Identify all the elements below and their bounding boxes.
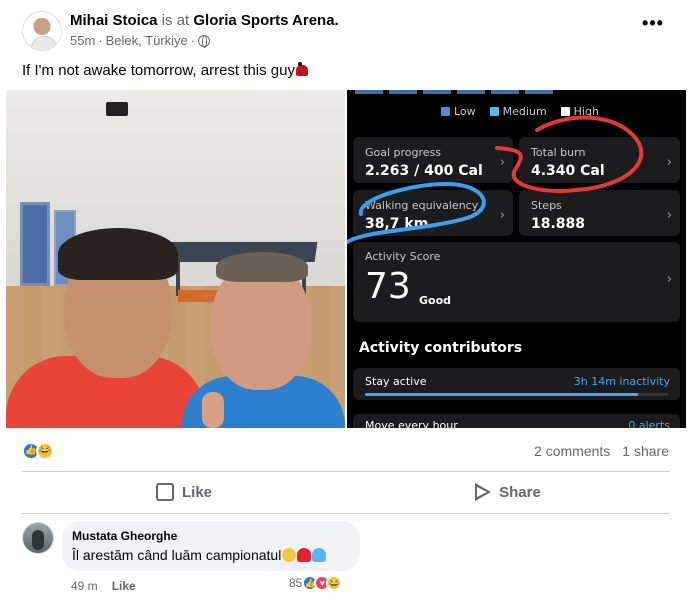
blue-heart-icon	[312, 548, 327, 562]
chevron-right-icon: ›	[499, 155, 505, 170]
comment-bubble: Mustata Gheorghe Îl arestăm când luăm ca…	[62, 521, 360, 571]
meta-separator: ·	[98, 33, 103, 48]
post-reactions[interactable]: 👍 😂	[22, 440, 54, 462]
more-options-button[interactable]: •••	[640, 14, 666, 36]
meta-separator-2: ·	[190, 33, 196, 48]
post-location: Belek, Türkiye	[105, 33, 188, 48]
haha-reaction-icon: 😂	[326, 575, 343, 591]
activity-score-label: Activity Score	[365, 250, 441, 263]
chevron-right-icon: ›	[666, 155, 672, 170]
photo-thumbs-up	[202, 392, 224, 428]
activity-score-card[interactable]: Activity Score 73 Good ›	[353, 242, 680, 322]
post-meta: 55m · Belek, Türkiye ·	[70, 33, 211, 48]
legend-high-label: High	[573, 105, 599, 118]
legend-low-label: Low	[454, 105, 476, 118]
red-heart-icon	[297, 548, 312, 562]
legend-high: High	[560, 105, 599, 118]
move-every-hour-value: 0 alerts	[628, 419, 670, 428]
total-burn-value: 4.340 Cal	[531, 163, 605, 179]
divider-bottom	[22, 513, 670, 514]
legend-medium-label: Medium	[502, 105, 547, 118]
move-every-hour-row[interactable]: Move every hour 0 alerts	[353, 414, 680, 428]
is-at-text: is at	[161, 12, 190, 29]
photo-person-1-hair	[58, 228, 178, 280]
activity-score-value: 73	[365, 266, 411, 307]
legend-medium: Medium	[489, 105, 547, 118]
stay-active-value: 3h 14m inactivity	[573, 375, 670, 388]
fez-cap-icon	[295, 62, 308, 76]
steps-card[interactable]: Steps 18.888 ›	[519, 190, 680, 236]
comment-reaction-count: 85	[289, 576, 303, 590]
comment-text-content: Îl arestăm când luăm campionatul	[72, 547, 282, 563]
photo-door	[20, 202, 50, 286]
goal-progress-value: 2.263 / 400 Cal	[365, 163, 483, 179]
author-name-link[interactable]: Mihai Stoica	[70, 12, 158, 29]
move-every-hour-label: Move every hour	[365, 419, 458, 428]
walking-equivalency-value: 38,7 km	[365, 216, 429, 232]
comments-count-link[interactable]: 2 comments	[534, 443, 610, 459]
legend-medium-swatch	[489, 107, 499, 116]
share-button[interactable]: Share	[346, 474, 670, 510]
post-actions: Like Share	[22, 474, 670, 510]
laughing-emoji-icon	[282, 548, 297, 562]
haha-reaction-icon: 😂	[36, 442, 54, 460]
comment-time[interactable]: 49 m	[71, 579, 98, 593]
legend-low-swatch	[441, 107, 450, 116]
comment-reactions[interactable]: 85 👍 ♥ 😂	[289, 575, 343, 591]
activity-score-rating: Good	[419, 294, 452, 307]
chart-top-bars	[355, 90, 675, 94]
comment-like-button[interactable]: Like	[112, 579, 136, 593]
intensity-legend: Low Medium High	[441, 105, 599, 118]
divider-top	[22, 471, 670, 472]
steps-value: 18.888	[531, 216, 586, 232]
total-burn-card[interactable]: Total burn 4.340 Cal ›	[519, 137, 680, 183]
chevron-right-icon: ›	[666, 208, 672, 223]
legend-low: Low	[441, 105, 476, 118]
goal-progress-label: Goal progress	[365, 146, 442, 159]
stay-active-bar-fill	[365, 393, 638, 396]
facebook-post: Mihai Stoica is at Gloria Sports Arena. …	[0, 0, 688, 603]
activity-contributors-title: Activity contributors	[359, 340, 523, 356]
walking-equivalency-label: Walking equivalency	[365, 199, 479, 212]
stay-active-bar	[365, 393, 668, 396]
shares-count-link[interactable]: 1 share	[622, 443, 669, 459]
share-button-label: Share	[499, 483, 541, 501]
selfie-photo[interactable]	[6, 90, 345, 428]
photo-speaker	[106, 102, 128, 116]
total-burn-label: Total burn	[531, 146, 586, 159]
photo-person-2-hair	[216, 252, 308, 282]
post-stats: 2 comments 1 share	[534, 443, 669, 459]
photo-banner	[178, 290, 218, 302]
share-arrow-icon	[475, 483, 492, 501]
like-button-label: Like	[181, 483, 212, 501]
globe-icon	[198, 34, 211, 48]
fitness-screenshot[interactable]: Low Medium High Goal progress 2.263 / 40…	[347, 90, 686, 428]
author-avatar[interactable]	[22, 11, 62, 51]
commenter-avatar[interactable]	[22, 522, 54, 554]
chevron-right-icon: ›	[499, 208, 505, 223]
walking-equivalency-card[interactable]: Walking equivalency 38,7 km ›	[353, 190, 513, 236]
stay-active-row[interactable]: Stay active 3h 14m inactivity	[353, 368, 680, 400]
stay-active-label: Stay active	[365, 375, 427, 388]
chevron-right-icon: ›	[666, 272, 672, 287]
legend-high-swatch	[560, 107, 570, 116]
post-time-link[interactable]: 55m	[70, 33, 95, 48]
post-text: If I'm not awake tomorrow, arrest this g…	[22, 62, 308, 79]
place-link[interactable]: Gloria Sports Arena.	[193, 12, 338, 29]
comment-text: Îl arestăm când luăm campionatul	[72, 547, 327, 563]
comment-meta: 49 m Like	[71, 579, 136, 593]
steps-label: Steps	[531, 199, 562, 212]
commenter-name-link[interactable]: Mustata Gheorghe	[72, 529, 177, 543]
like-button[interactable]: Like	[22, 474, 346, 510]
thumbs-up-icon	[155, 483, 174, 501]
post-text-content: If I'm not awake tomorrow, arrest this g…	[22, 62, 295, 79]
post-header: Mihai Stoica is at Gloria Sports Arena.	[70, 12, 339, 29]
goal-progress-card[interactable]: Goal progress 2.263 / 400 Cal ›	[353, 137, 513, 183]
